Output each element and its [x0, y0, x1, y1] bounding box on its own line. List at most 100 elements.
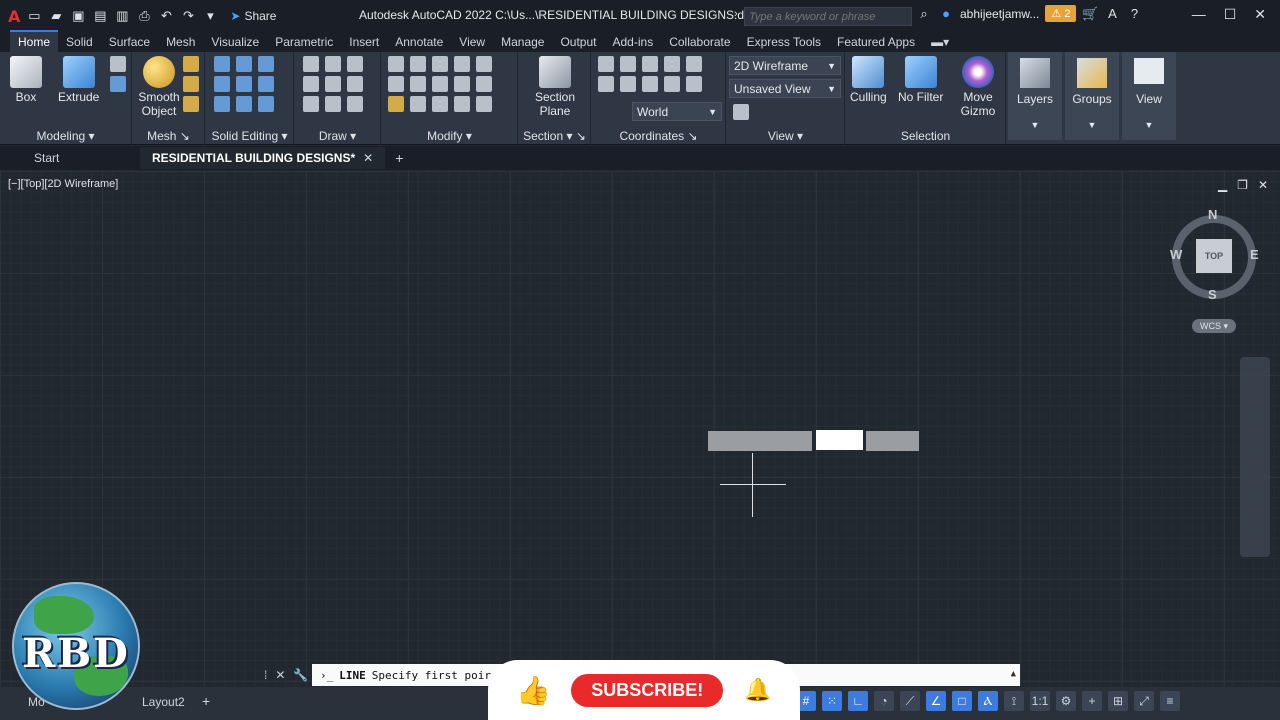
array-icon[interactable]	[454, 56, 470, 72]
compass-east[interactable]: E	[1250, 247, 1259, 262]
view-panel-title[interactable]: View ▾	[727, 129, 844, 143]
plot-icon[interactable]: ⎙	[136, 8, 152, 24]
polysolid-icon[interactable]	[110, 56, 126, 72]
tab-parametric[interactable]: Parametric	[267, 32, 341, 52]
viewcube-top-face[interactable]: TOP	[1196, 239, 1232, 273]
ucs-view-icon[interactable]	[620, 76, 636, 92]
tab-output[interactable]: Output	[552, 32, 604, 52]
tab-add-ins[interactable]: Add-ins	[605, 32, 662, 52]
presspull-icon[interactable]	[110, 76, 126, 92]
no-filter-button[interactable]: No Filter	[898, 56, 943, 104]
tab-express-tools[interactable]: Express Tools	[739, 32, 829, 52]
join-icon[interactable]	[476, 96, 492, 112]
autodesk-a360-icon[interactable]: A	[1104, 6, 1120, 22]
mesh-refine-icon[interactable]	[183, 96, 199, 112]
extract-edges-icon[interactable]	[258, 76, 274, 92]
tab-collaborate[interactable]: Collaborate	[661, 32, 738, 52]
polyline-icon[interactable]	[303, 56, 319, 72]
search-input[interactable]	[744, 7, 912, 26]
subscribe-button[interactable]: SUBSCRIBE!	[571, 673, 724, 707]
saved-view-dropdown[interactable]: Unsaved View ▼	[729, 79, 841, 98]
drawing-canvas[interactable]: [−][Top][2D Wireframe] ▁ ❐ ✕ TOP N S E W…	[0, 171, 1280, 687]
align-icon[interactable]	[410, 56, 426, 72]
mesh-smooth-less-icon[interactable]	[183, 76, 199, 92]
extrude-button[interactable]: Extrude	[58, 56, 99, 104]
ortho-icon[interactable]: ∟	[848, 691, 868, 711]
ribbon-options-icon[interactable]: ▬▾	[923, 32, 957, 52]
auto-scale-icon[interactable]: ⟟	[1004, 691, 1024, 711]
mesh-smooth-more-icon[interactable]	[183, 56, 199, 72]
tab-manage[interactable]: Manage	[493, 32, 552, 52]
imprint-icon[interactable]	[236, 96, 252, 112]
new-file-icon[interactable]: ▭	[26, 8, 42, 24]
warning-badge[interactable]: ⚠ 2	[1045, 5, 1077, 22]
wcs-menu[interactable]: WCS ▾	[1192, 319, 1236, 333]
ellipse-icon[interactable]	[347, 96, 363, 112]
annotation-visibility-icon[interactable]: Ⲁ	[978, 691, 998, 711]
customize-menu-icon[interactable]: ≡	[1160, 691, 1180, 711]
coordinates-panel-title[interactable]: Coordinates ↘	[592, 129, 725, 143]
open-folder-icon[interactable]: ▰	[48, 8, 64, 24]
snap-icon[interactable]: ⁙	[822, 691, 842, 711]
ucs-face-icon[interactable]	[598, 76, 614, 92]
tab-annotate[interactable]: Annotate	[387, 32, 451, 52]
ucs-world-dropdown[interactable]: World ▼	[632, 102, 722, 121]
trim-icon[interactable]	[476, 56, 492, 72]
erase-icon[interactable]	[388, 96, 404, 112]
offset-icon[interactable]	[454, 96, 470, 112]
line-icon[interactable]	[325, 76, 341, 92]
polar-icon[interactable]: ◔	[874, 691, 894, 711]
chevron-right-icon[interactable]: ›	[734, 8, 738, 20]
circle-icon[interactable]	[347, 76, 363, 92]
customize-wrench-icon[interactable]: 🔧	[293, 668, 308, 682]
search-icon[interactable]: ⌕	[916, 6, 932, 22]
culling-button[interactable]: Culling	[850, 56, 887, 104]
tab-mesh[interactable]: Mesh	[158, 32, 203, 52]
groups-button[interactable]: Groups ▼	[1065, 52, 1119, 140]
fullscreen-icon[interactable]: ⤢	[1134, 691, 1154, 711]
compass-north[interactable]: N	[1208, 207, 1217, 222]
3d-polyline-icon[interactable]	[325, 56, 341, 72]
drag-handle-icon[interactable]: ⁞	[264, 668, 267, 682]
annotation-scale-icon[interactable]: 1:1	[1030, 691, 1050, 711]
tab-view[interactable]: View	[451, 32, 493, 52]
tab-home[interactable]: Home	[10, 30, 59, 52]
ucs-x-icon[interactable]	[642, 76, 658, 92]
smooth-object-button[interactable]: Smooth Object	[137, 56, 181, 118]
ucs-y-icon[interactable]	[664, 76, 680, 92]
move-icon[interactable]	[432, 56, 448, 72]
add-layout-icon[interactable]: +	[202, 693, 210, 709]
explode-icon[interactable]	[410, 96, 426, 112]
tab-visualize[interactable]: Visualize	[203, 32, 267, 52]
object-snap-tracking-icon[interactable]: ∠	[926, 691, 946, 711]
viewport-config-icon[interactable]	[733, 104, 749, 120]
drawn-rectangle-left[interactable]	[708, 431, 812, 451]
drawn-rectangle-middle[interactable]	[816, 430, 863, 450]
section-panel-title[interactable]: Section ▾ ↘	[519, 129, 590, 143]
save-as-icon[interactable]: ▤	[92, 8, 108, 24]
modify-panel-title[interactable]: Modify ▾	[382, 129, 517, 143]
compass-south[interactable]: S	[1208, 287, 1217, 302]
ucs-z-icon[interactable]	[664, 56, 680, 72]
ucs-3point-icon[interactable]	[686, 56, 702, 72]
help-icon[interactable]: ?	[1126, 6, 1142, 22]
viewport-minimize-icon[interactable]: ▁	[1218, 178, 1227, 192]
subtract-icon[interactable]	[236, 56, 252, 72]
ucs-icon[interactable]	[598, 56, 614, 72]
viewport-restore-icon[interactable]: ❐	[1237, 178, 1248, 192]
viewport-close-icon[interactable]: ✕	[1258, 178, 1268, 192]
share-button[interactable]: ➤ Share	[230, 9, 276, 23]
mesh-panel-title[interactable]: Mesh ↘	[133, 129, 204, 143]
drawn-rectangle-right[interactable]	[866, 431, 919, 451]
user-name[interactable]: abhijeetjamw...	[960, 7, 1039, 21]
thicken-icon[interactable]	[214, 96, 230, 112]
tab-featured-apps[interactable]: Featured Apps	[829, 32, 923, 52]
thumbs-up-icon[interactable]: 👍	[516, 673, 551, 707]
arc-icon[interactable]	[347, 56, 363, 72]
close-icon[interactable]: ✕	[1254, 6, 1266, 23]
new-tab-icon[interactable]: +	[395, 150, 403, 166]
compass-west[interactable]: W	[1170, 247, 1182, 262]
visual-style-dropdown[interactable]: 2D Wireframe ▼	[729, 56, 841, 75]
minimize-icon[interactable]: —	[1192, 6, 1206, 23]
web-mobile-icon[interactable]: ▥	[114, 8, 130, 24]
